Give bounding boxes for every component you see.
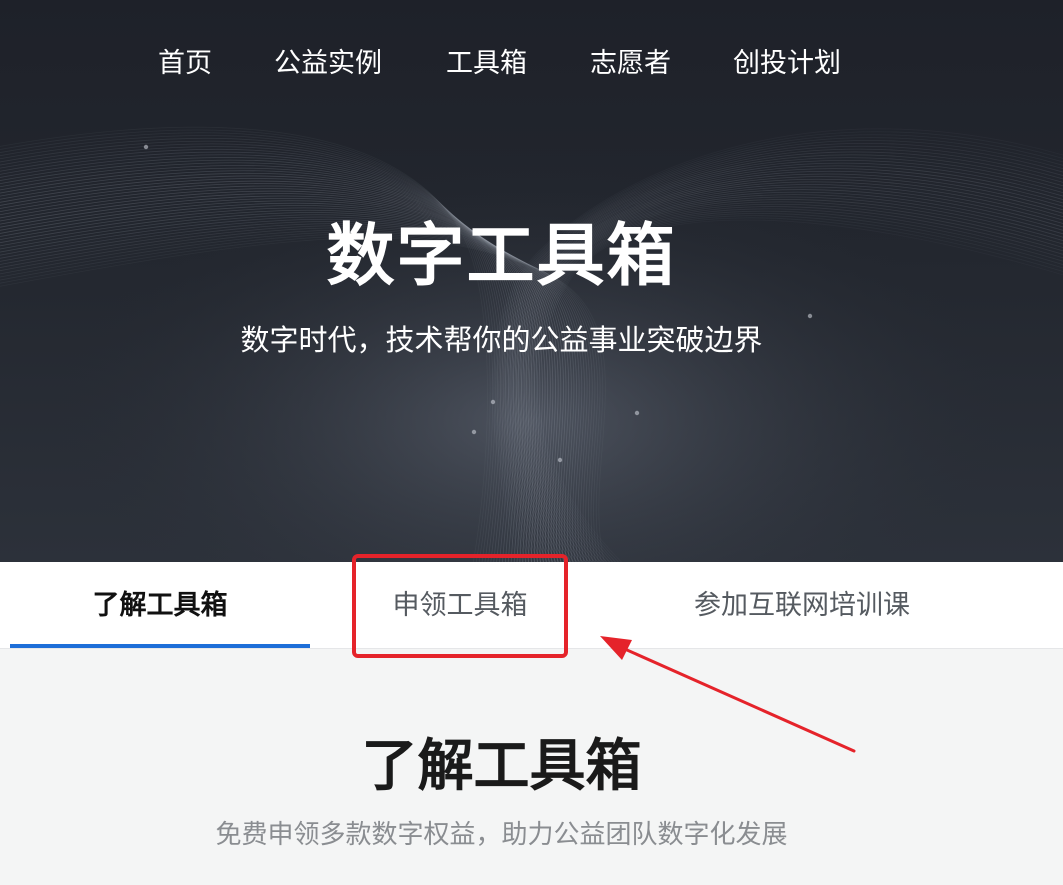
tab-apply-toolbox[interactable]: 申领工具箱 xyxy=(322,562,598,648)
top-nav: 首页 公益实例 工具箱 志愿者 创投计划 xyxy=(0,40,1063,88)
section-subtitle: 免费申领多款数字权益，助力公益团队数字化发展 xyxy=(215,820,788,850)
active-tab-indicator xyxy=(10,644,310,648)
intro-section: 了解工具箱 免费申领多款数字权益，助力公益团队数字化发展 xyxy=(0,649,1063,885)
hero-banner: 首页 公益实例 工具箱 志愿者 创投计划 数字工具箱 数字时代，技术帮你的公益事… xyxy=(0,0,1063,562)
hero-title: 数字工具箱 xyxy=(326,217,677,296)
background-sparkle xyxy=(471,429,477,435)
background-sparkle xyxy=(557,457,563,463)
background-sparkle xyxy=(634,410,640,416)
nav-item-toolbox[interactable]: 工具箱 xyxy=(446,40,527,88)
nav-item-cases[interactable]: 公益实例 xyxy=(274,40,382,88)
background-sparkle xyxy=(490,399,496,405)
nav-item-venture-plan[interactable]: 创投计划 xyxy=(733,40,841,88)
tab-bar: 了解工具箱 申领工具箱 参加互联网培训课 xyxy=(0,562,1063,649)
tab-internet-training[interactable]: 参加互联网培训课 xyxy=(640,562,964,648)
tab-learn-toolbox[interactable]: 了解工具箱 xyxy=(10,562,310,648)
hero-subtitle: 数字时代，技术帮你的公益事业突破边界 xyxy=(240,323,763,357)
page: 首页 公益实例 工具箱 志愿者 创投计划 数字工具箱 数字时代，技术帮你的公益事… xyxy=(0,0,1063,885)
nav-item-volunteers[interactable]: 志愿者 xyxy=(590,40,671,88)
nav-item-home[interactable]: 首页 xyxy=(158,40,212,88)
background-sparkle xyxy=(143,144,149,150)
section-title: 了解工具箱 xyxy=(361,734,642,799)
